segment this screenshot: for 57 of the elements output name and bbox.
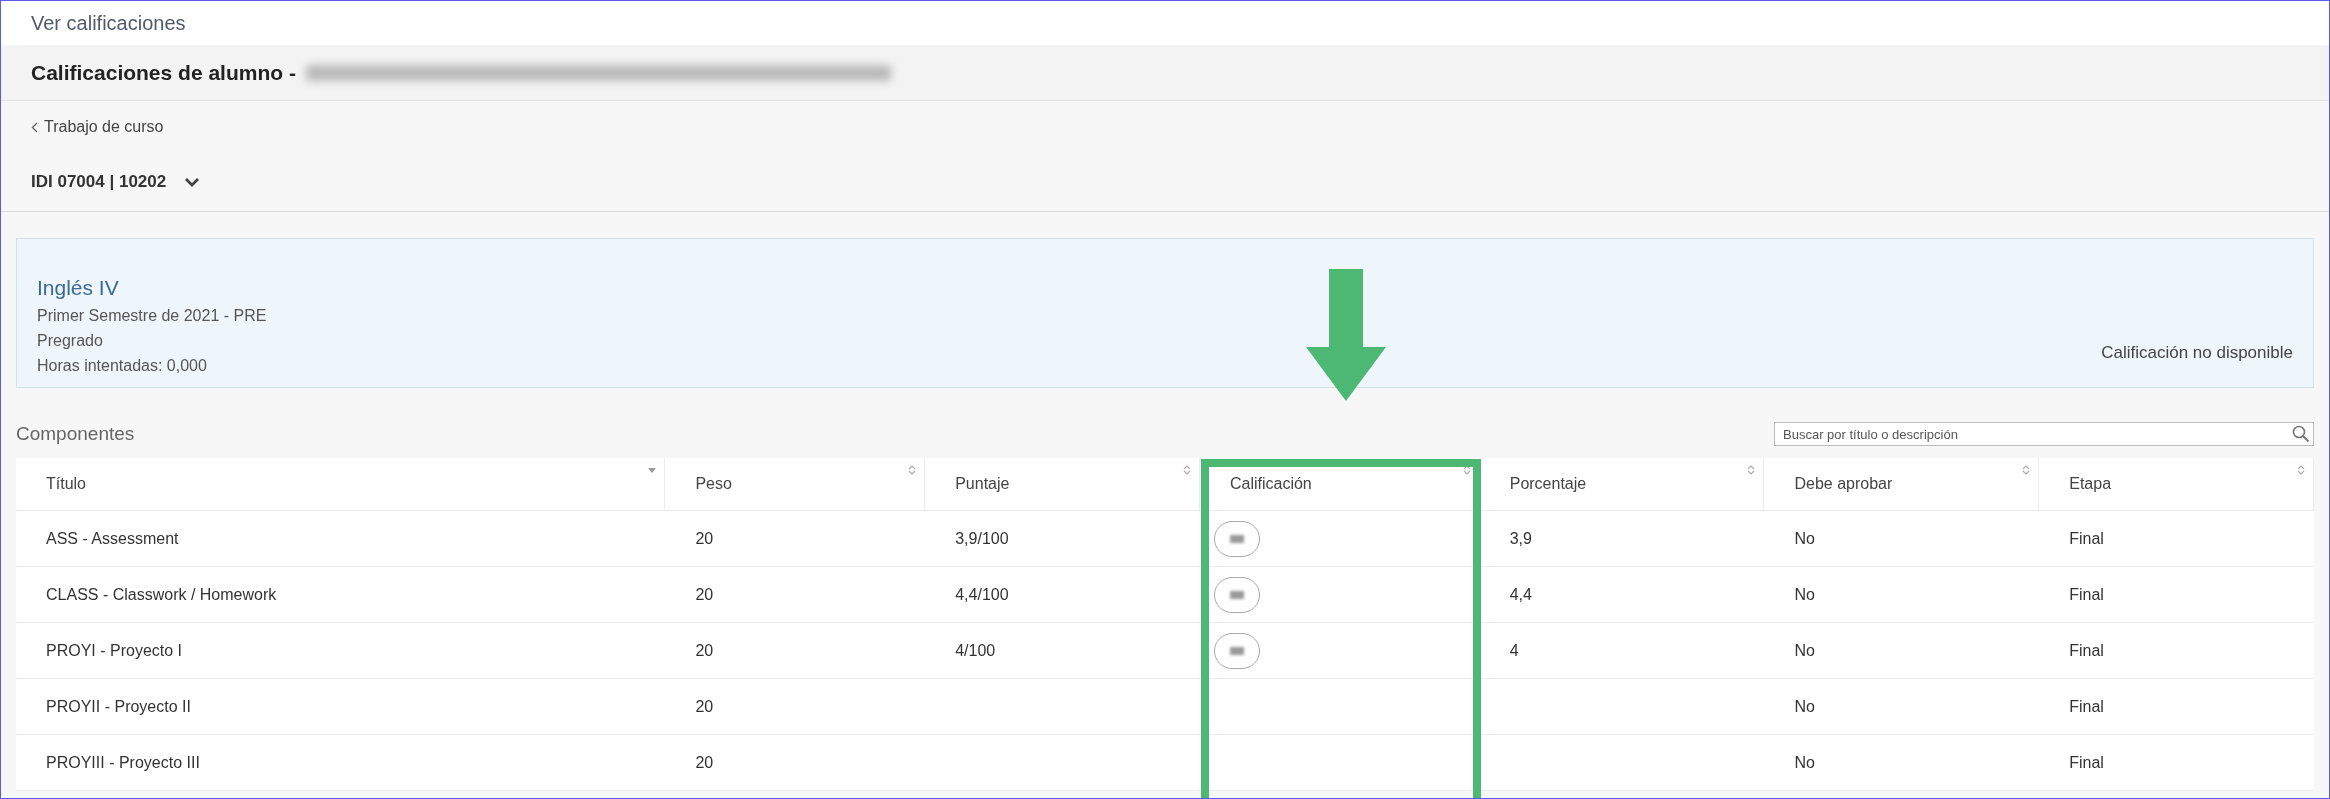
table-cell: Final — [2069, 697, 2104, 716]
section-title: Componentes — [16, 423, 135, 445]
table-cell: 20 — [695, 753, 714, 772]
table-cell: 4,4/100 — [955, 585, 1009, 604]
sort-icon[interactable] — [1747, 464, 1756, 476]
course-detail: Pregrado — [37, 332, 104, 350]
grade-status: Calificación no disponible — [2101, 343, 2293, 363]
table-cell: No — [1794, 641, 1815, 660]
table-cell: 20 — [695, 641, 714, 660]
grade-badge[interactable] — [1213, 520, 1260, 557]
sort-icon[interactable] — [1462, 464, 1471, 476]
table-cell: 20 — [695, 697, 714, 716]
search-icon[interactable] — [2292, 425, 2310, 443]
table-cell: ASS - Assessment — [46, 529, 179, 548]
course-selector[interactable]: IDI 07004 | 10202 — [31, 172, 201, 192]
column-header[interactable]: Título — [46, 475, 86, 493]
table-cell: Final — [2069, 529, 2104, 548]
grade-badge[interactable] — [1213, 632, 1260, 669]
course-title: Inglés IV — [37, 276, 120, 300]
column-header[interactable]: Debe aprobar — [1794, 475, 1893, 493]
table-cell: 3,9 — [1509, 529, 1532, 548]
table-cell: 20 — [695, 585, 714, 604]
column-header[interactable]: Calificación — [1229, 475, 1312, 493]
table-cell: Final — [2069, 585, 2104, 604]
sort-icon[interactable] — [2297, 464, 2305, 476]
page-header-title: Ver calificaciones — [31, 11, 186, 35]
table-cell: 4/100 — [955, 641, 996, 660]
sort-icon[interactable] — [908, 464, 917, 476]
table-cell: 4 — [1509, 641, 1519, 660]
sort-icon[interactable] — [2022, 464, 2031, 476]
column-header[interactable]: Porcentaje — [1509, 475, 1587, 493]
table-cell: Final — [2069, 641, 2104, 660]
back-link[interactable]: Trabajo de curso — [31, 118, 164, 136]
table-cell: PROYI - Proyecto I — [46, 641, 183, 660]
table-cell: No — [1794, 753, 1815, 772]
chevron-down-icon — [184, 177, 201, 187]
grade-badge[interactable] — [1213, 576, 1260, 613]
table-cell: PROYII - Proyecto II — [46, 697, 191, 716]
table-cell: 20 — [695, 529, 714, 548]
table-cell: CLASS - Classwork / Homework — [46, 585, 277, 604]
column-header[interactable]: Peso — [695, 475, 732, 493]
search-field[interactable]: Buscar por título o descripción — [1774, 422, 2314, 446]
student-grades-title: Calificaciones de alumno - — [31, 60, 296, 85]
table-cell: PROYIII - Proyecto III — [46, 753, 200, 772]
table-cell: No — [1794, 697, 1815, 716]
table-cell: No — [1794, 585, 1815, 604]
sort-icon[interactable] — [1182, 464, 1191, 476]
table-cell: Final — [2069, 753, 2104, 772]
course-detail: Primer Semestre de 2021 - PRE — [37, 307, 267, 325]
chevron-left-icon — [31, 121, 38, 133]
sort-descending-icon[interactable] — [648, 468, 657, 474]
table-cell: 4,4 — [1509, 585, 1532, 604]
table-cell: No — [1794, 529, 1815, 548]
column-header[interactable]: Etapa — [2069, 475, 2112, 493]
table-cell: 3,9/100 — [955, 529, 1009, 548]
course-detail: Horas intentadas: 0,000 — [37, 357, 208, 375]
column-header[interactable]: Puntaje — [955, 475, 1010, 493]
